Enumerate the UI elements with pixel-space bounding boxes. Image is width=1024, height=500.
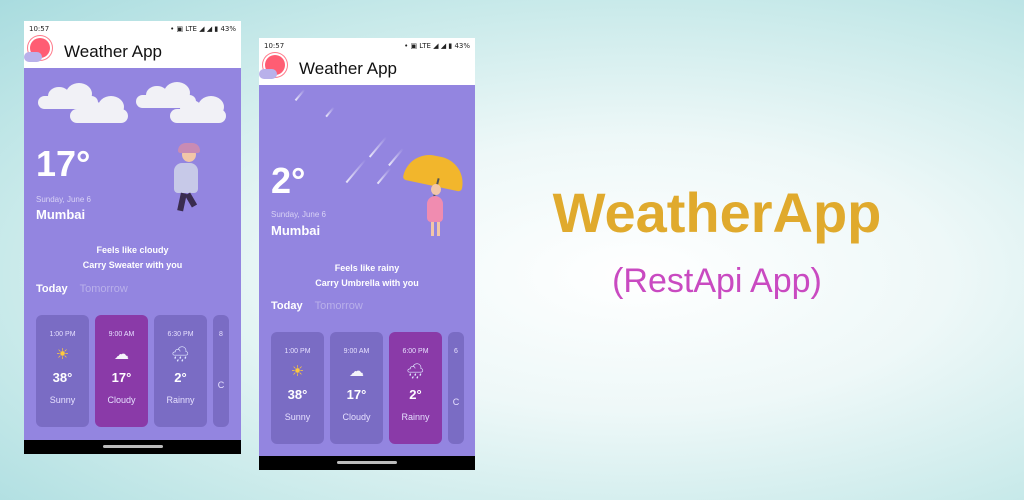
forecast-condition: Rainny <box>166 395 195 405</box>
sun-icon: ☀ <box>55 346 70 363</box>
phone-screen-rainy: 10:57 • ▣ LTE ◢ ◢ ▮ 43% Weather App 2° S… <box>259 38 475 470</box>
app-logo-icon <box>24 36 60 68</box>
forecast-temp: 38° <box>52 370 73 385</box>
forecast-condition: Cloudy <box>342 412 371 422</box>
forecast-temp: 2° <box>174 370 187 385</box>
forecast-time: 1:00 PM <box>284 348 311 355</box>
app-logo-icon <box>259 53 295 85</box>
status-bar: 10:57 • ▣ LTE ◢ ◢ ▮ 43% <box>24 21 241 36</box>
promo-subtitle: (RestApi App) <box>612 262 822 300</box>
day-tabs: Today Tomorrow <box>36 283 128 295</box>
forecast-card[interactable]: 6:30 PM 🌧 2° Rainny <box>154 315 207 427</box>
forecast-temp: 17° <box>111 370 132 385</box>
forecast-card[interactable]: 9:00 AM ☁ 17° Cloudy <box>330 332 383 444</box>
forecast-time: 8 <box>219 331 223 338</box>
current-temperature: 2° <box>271 160 306 201</box>
app-title: Weather App <box>299 59 397 78</box>
forecast-temp: 17° <box>346 387 367 402</box>
forecast-list: 1:00 PM ☀ 38° Sunny 9:00 AM ☁ 17° Cloudy… <box>271 332 464 444</box>
cloud-icon: ☁ <box>114 346 129 363</box>
phone-screen-cloudy: 10:57 • ▣ LTE ◢ ◢ ▮ 43% Weather App 17° … <box>24 21 241 454</box>
nav-bar <box>24 440 241 454</box>
day-tabs: Today Tomorrow <box>271 300 363 312</box>
forecast-card[interactable]: 8 C <box>213 315 229 427</box>
forecast-list: 1:00 PM ☀ 38° Sunny 9:00 AM ☁ 17° Cloudy… <box>36 315 229 427</box>
forecast-condition: Cloudy <box>107 395 136 405</box>
forecast-card[interactable]: 1:00 PM ☀ 38° Sunny <box>36 315 89 427</box>
current-date: Sunday, June 6 <box>36 195 92 204</box>
advice-text: Carry Umbrella with you <box>315 278 419 288</box>
tab-tomorrow[interactable]: Tomorrow <box>80 283 128 295</box>
nav-bar <box>259 456 475 470</box>
forecast-condition: Sunny <box>284 412 311 422</box>
app-bar: Weather App <box>259 53 475 85</box>
home-indicator[interactable] <box>337 461 397 464</box>
promo-title: WeatherApp <box>552 181 882 244</box>
cloud-icon: ☁ <box>349 363 364 380</box>
forecast-temp: 38° <box>287 387 308 402</box>
forecast-time: 6:30 PM <box>167 331 194 338</box>
forecast-condition: C <box>217 380 225 390</box>
forecast-time: 1:00 PM <box>49 331 76 338</box>
feels-like-text: Feels like rainy <box>334 263 400 273</box>
feels-like-text: Feels like cloudy <box>96 245 169 255</box>
tab-today[interactable]: Today <box>36 283 68 295</box>
status-icons: • ▣ LTE ◢ ◢ ▮ 43% <box>404 41 470 50</box>
forecast-time: 6:00 PM <box>402 348 429 355</box>
tab-tomorrow[interactable]: Tomorrow <box>315 300 363 312</box>
forecast-time: 6 <box>454 348 458 355</box>
city-name: Mumbai <box>271 223 321 238</box>
current-date: Sunday, June 6 <box>271 210 327 219</box>
forecast-time: 9:00 AM <box>343 348 370 355</box>
forecast-temp: 2° <box>409 387 422 402</box>
current-temperature: 17° <box>36 143 91 184</box>
rain-cloud-icon: 🌧 <box>405 363 426 380</box>
status-time: 10:57 <box>29 24 50 33</box>
sun-icon: ☀ <box>290 363 305 380</box>
forecast-card[interactable]: 9:00 AM ☁ 17° Cloudy <box>95 315 148 427</box>
forecast-card[interactable]: 6:00 PM 🌧 2° Rainny <box>389 332 442 444</box>
status-time: 10:57 <box>264 41 285 50</box>
app-title: Weather App <box>64 42 162 61</box>
rain-cloud-icon: 🌧 <box>170 346 191 363</box>
forecast-condition: C <box>452 397 460 407</box>
forecast-condition: Rainny <box>401 412 430 422</box>
home-indicator[interactable] <box>102 445 163 448</box>
app-bar: Weather App <box>24 36 241 68</box>
forecast-card[interactable]: 6 C <box>448 332 464 444</box>
advice-text: Carry Sweater with you <box>82 260 183 270</box>
status-icons: • ▣ LTE ◢ ◢ ▮ 43% <box>170 24 236 33</box>
city-name: Mumbai <box>36 207 86 222</box>
forecast-time: 9:00 AM <box>108 331 135 338</box>
forecast-condition: Sunny <box>49 395 76 405</box>
forecast-card[interactable]: 1:00 PM ☀ 38° Sunny <box>271 332 324 444</box>
status-bar: 10:57 • ▣ LTE ◢ ◢ ▮ 43% <box>259 38 475 53</box>
tab-today[interactable]: Today <box>271 300 303 312</box>
